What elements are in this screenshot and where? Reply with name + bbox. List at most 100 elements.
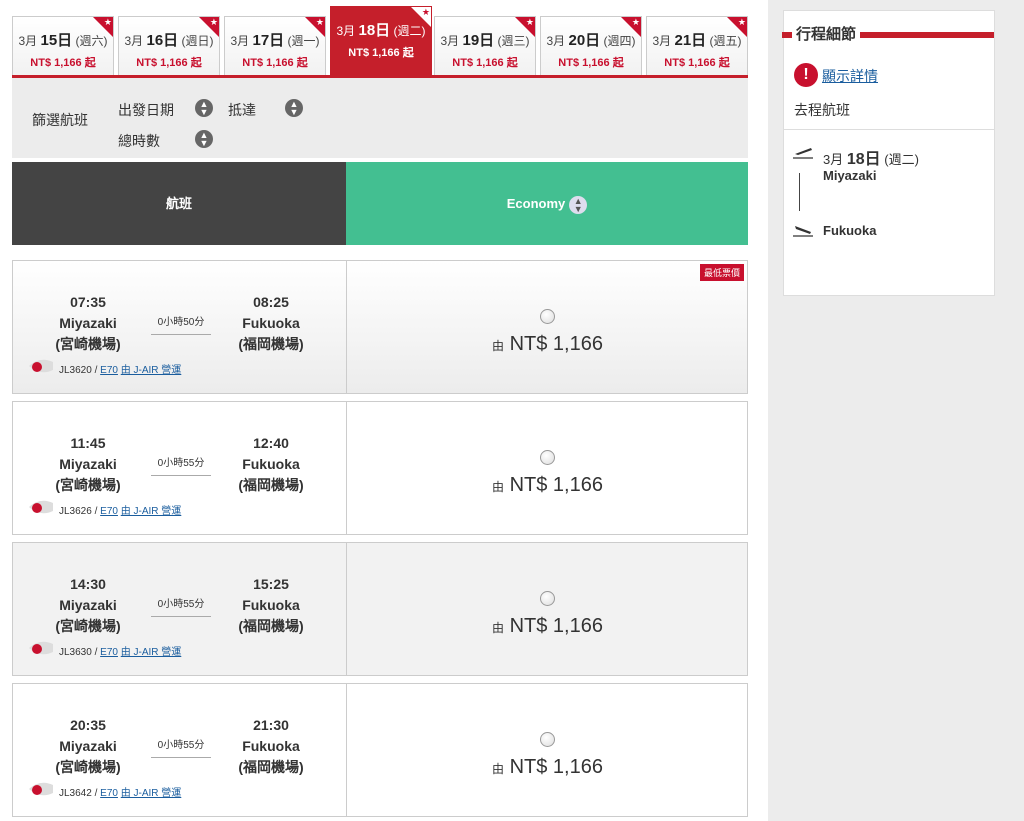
outbound-date: 3月 18日 (週二) — [823, 151, 919, 168]
fare-prefix: 由 — [492, 480, 505, 494]
flight-column-header: 航班 — [12, 162, 346, 245]
date-tab[interactable]: ★ 3月 19日 (週三) NT$ 1,166 起 — [434, 16, 536, 78]
fare-radio[interactable] — [540, 591, 555, 606]
departure-time: 20:35 — [70, 717, 106, 733]
date-tab[interactable]: ★ 3月 16日 (週日) NT$ 1,166 起 — [118, 16, 220, 78]
departure-time: 11:45 — [70, 435, 106, 451]
fare-cell[interactable]: 最低票價 由 NT$ 1,166 — [346, 261, 747, 393]
arrival: 12:40 Fukuoka (福岡機場) — [216, 433, 326, 496]
show-details-link[interactable]: 顯示詳情 — [822, 66, 878, 86]
fare-cell[interactable]: 由 NT$ 1,166 — [346, 684, 747, 816]
arrival-time: 21:30 — [253, 717, 289, 733]
date-tab[interactable]: ★ 3月 21日 (週五) NT$ 1,166 起 — [646, 16, 748, 78]
date-tab-active[interactable]: ★ 3月 18日 (週二) NT$ 1,166 起 — [330, 6, 432, 78]
departure: 20:35 Miyazaki (宮崎機場) — [33, 715, 143, 778]
flight-duration: 0小時55分 — [151, 736, 211, 758]
tab-price: NT$ 1,166 起 — [348, 47, 414, 59]
sort-arrival-label[interactable]: 抵達 — [228, 100, 256, 120]
departure: 14:30 Miyazaki (宮崎機場) — [33, 574, 143, 637]
filter-bar: 篩選航班 出發日期 ▲ ▼ 抵達 ▲ ▼ 總時數 ▲ ▼ — [12, 78, 748, 158]
arrival-airport: (福岡機場) — [238, 759, 304, 775]
arrival-airport: (福岡機場) — [238, 618, 304, 634]
date-tabs: ★ 3月 15日 (週六) NT$ 1,166 起 ★ 3月 16日 (週日) … — [12, 6, 748, 78]
date-tab[interactable]: ★ 3月 15日 (週六) NT$ 1,166 起 — [12, 16, 114, 78]
arrival: 15:25 Fukuoka (福岡機場) — [216, 574, 326, 637]
arrival-city: Fukuoka — [242, 315, 300, 331]
fare-cell[interactable]: 由 NT$ 1,166 — [346, 402, 747, 534]
sort-economy-icon[interactable]: ▲ ▼ — [569, 195, 588, 214]
fare-price: NT$ 1,166 — [509, 756, 603, 778]
flight-duration: 0小時50分 — [151, 313, 211, 335]
jal-logo-icon — [29, 782, 53, 796]
landing-icon — [793, 226, 813, 237]
departure-airport: (宮崎機場) — [55, 759, 121, 775]
flight-duration: 0小時55分 — [151, 595, 211, 617]
fare-prefix: 由 — [492, 762, 505, 776]
date-tab[interactable]: ★ 3月 17日 (週一) NT$ 1,166 起 — [224, 16, 326, 78]
sort-departure-label[interactable]: 出發日期 — [118, 100, 174, 120]
flight-row: 14:30 Miyazaki (宮崎機場) 0小時55分 15:25 Fukuo… — [12, 542, 748, 676]
operator-link[interactable]: 由 J-AIR 營運 — [121, 365, 182, 376]
flight-row: 07:35 Miyazaki (宮崎機場) 0小時50分 08:25 Fukuo… — [12, 260, 748, 394]
star-corner-icon: ★ — [93, 17, 113, 37]
star-corner-icon: ★ — [199, 17, 219, 37]
date-tab[interactable]: ★ 3月 20日 (週四) NT$ 1,166 起 — [540, 16, 642, 78]
economy-label: Economy — [506, 196, 566, 211]
alert-icon: ! — [794, 63, 818, 87]
flight-number: JL3626 / — [59, 506, 101, 517]
flight-row: 20:35 Miyazaki (宮崎機場) 0小時55分 21:30 Fukuo… — [12, 683, 748, 817]
sort-departure-icon[interactable]: ▲ ▼ — [195, 99, 213, 117]
departure-time: 14:30 — [70, 576, 106, 592]
fare-price: NT$ 1,166 — [509, 474, 603, 496]
arrival-city: Fukuoka — [242, 456, 300, 472]
flight-info: 11:45 Miyazaki (宮崎機場) 0小時55分 12:40 Fukuo… — [13, 402, 346, 534]
arrival-airport: (福岡機場) — [238, 336, 304, 352]
tab-price: NT$ 1,166 起 — [242, 57, 308, 69]
fare-radio[interactable] — [540, 309, 555, 324]
flight-info: 07:35 Miyazaki (宮崎機場) 0小時50分 08:25 Fukuo… — [13, 261, 346, 393]
aircraft-link[interactable]: E70 — [100, 365, 118, 376]
tab-price: NT$ 1,166 起 — [30, 57, 96, 69]
star-corner-icon: ★ — [515, 17, 535, 37]
sort-duration-label[interactable]: 總時數 — [118, 131, 160, 151]
arrival-time: 08:25 — [253, 294, 289, 310]
route-line — [799, 173, 800, 211]
star-corner-icon: ★ — [305, 17, 325, 37]
fare-cell[interactable]: 由 NT$ 1,166 — [346, 543, 747, 675]
outbound-from: Miyazaki — [823, 168, 877, 183]
sidebar: 行程細節 ! 顯示詳情 去程航班 3月 18日 (週二) Miyazaki Fu… — [768, 0, 1024, 821]
departure-airport: (宮崎機場) — [55, 336, 121, 352]
divider — [784, 129, 994, 130]
arrival-city: Fukuoka — [242, 597, 300, 613]
arrival: 08:25 Fukuoka (福岡機場) — [216, 292, 326, 355]
fare-radio[interactable] — [540, 732, 555, 747]
tab-price: NT$ 1,166 起 — [558, 57, 624, 69]
arrival-time: 12:40 — [253, 435, 289, 451]
aircraft-link[interactable]: E70 — [100, 788, 118, 799]
outbound-label: 去程航班 — [794, 102, 850, 118]
operator-link[interactable]: 由 J-AIR 營運 — [121, 647, 182, 658]
star-corner-icon: ★ — [727, 17, 747, 37]
flight-info: 14:30 Miyazaki (宮崎機場) 0小時55分 15:25 Fukuo… — [13, 543, 346, 675]
aircraft-link[interactable]: E70 — [100, 506, 118, 517]
fare-radio[interactable] — [540, 450, 555, 465]
tab-price: NT$ 1,166 起 — [452, 57, 518, 69]
itinerary-title: 行程細節 — [782, 21, 994, 51]
economy-column-header[interactable]: Economy ▲ ▼ — [346, 162, 748, 245]
aircraft-link[interactable]: E70 — [100, 647, 118, 658]
departure: 11:45 Miyazaki (宮崎機場) — [33, 433, 143, 496]
sort-duration-icon[interactable]: ▲ ▼ — [195, 130, 213, 148]
flight-number: JL3620 / — [59, 365, 101, 376]
lowest-fare-badge: 最低票價 — [699, 264, 744, 281]
departure-city: Miyazaki — [59, 738, 117, 754]
departure-airport: (宮崎機場) — [55, 477, 121, 493]
fare-prefix: 由 — [492, 621, 505, 635]
tab-price: NT$ 1,166 起 — [664, 57, 730, 69]
operator-link[interactable]: 由 J-AIR 營運 — [121, 506, 182, 517]
jal-logo-icon — [29, 500, 53, 514]
flight-row: 11:45 Miyazaki (宮崎機場) 0小時55分 12:40 Fukuo… — [12, 401, 748, 535]
outbound-to: Fukuoka — [823, 223, 877, 238]
operator-link[interactable]: 由 J-AIR 營運 — [121, 788, 182, 799]
flight-number: JL3630 / — [59, 647, 101, 658]
sort-arrival-icon[interactable]: ▲ ▼ — [285, 99, 303, 117]
